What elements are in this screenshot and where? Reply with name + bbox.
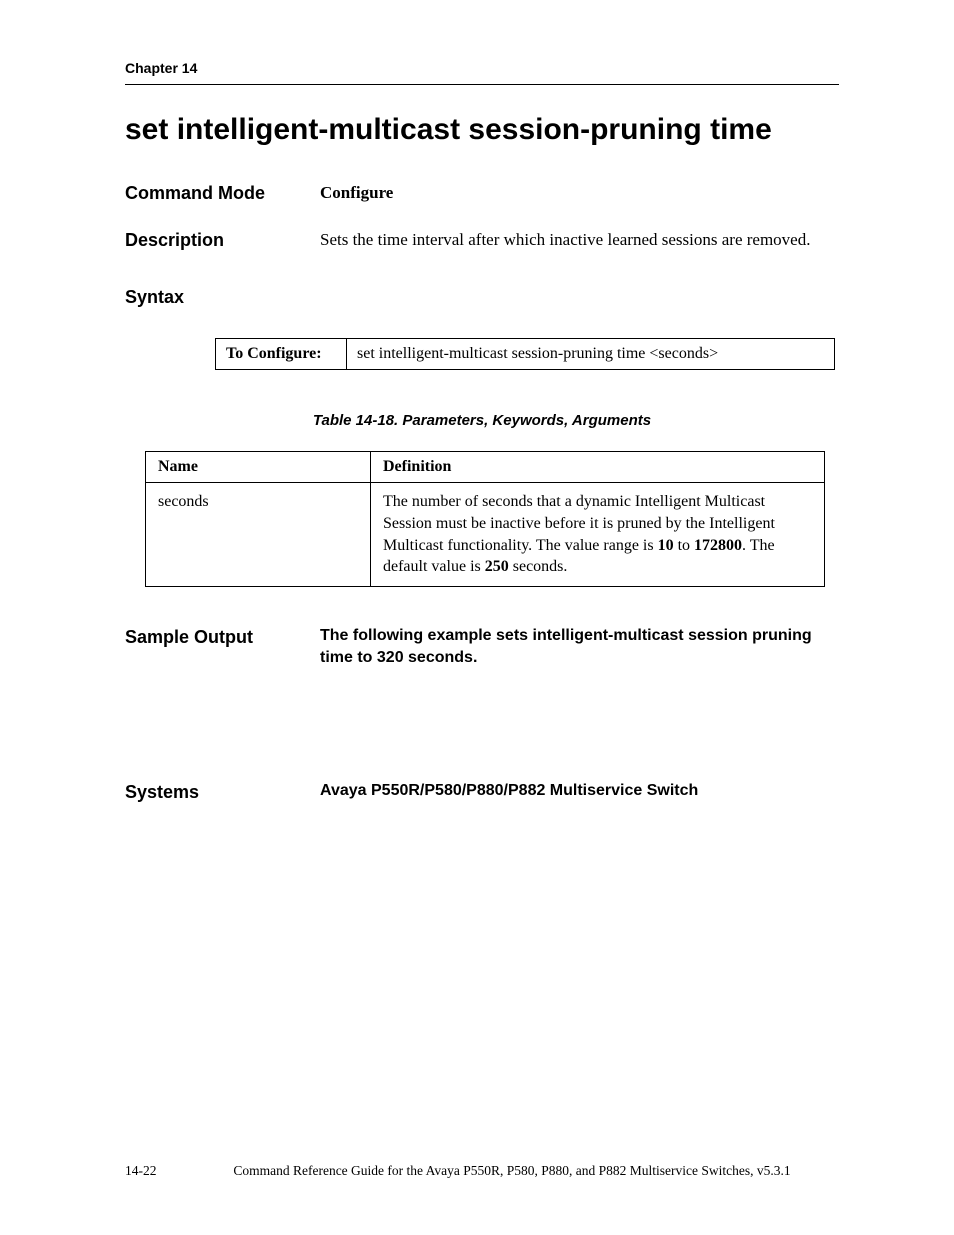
description-row: Description Sets the time interval after… — [125, 228, 839, 253]
page-container: Chapter 14 set intelligent-multicast ses… — [0, 0, 954, 1235]
systems-value: Avaya P550R/P580/P880/P882 Multiservice … — [320, 780, 839, 805]
syntax-to-configure-value: set intelligent-multicast session-prunin… — [347, 339, 835, 370]
sample-output-label: Sample Output — [125, 625, 320, 670]
sample-output-value: The following example sets intelligent-m… — [320, 625, 839, 670]
command-mode-value: Configure — [320, 181, 839, 206]
command-mode-row: Command Mode Configure — [125, 181, 839, 206]
sample-output-row: Sample Output The following example sets… — [125, 625, 839, 670]
param-header-definition: Definition — [371, 452, 825, 483]
systems-label: Systems — [125, 780, 320, 805]
syntax-table: To Configure: set intelligent-multicast … — [215, 338, 835, 370]
def-bold3: 250 — [485, 558, 509, 575]
def-mid1: to — [674, 537, 694, 554]
param-table-header-row: Name Definition — [146, 452, 825, 483]
syntax-label: Syntax — [125, 287, 839, 308]
param-header-name: Name — [146, 452, 371, 483]
param-definition-cell: The number of seconds that a dynamic Int… — [371, 483, 825, 586]
syntax-to-configure-label: To Configure: — [216, 339, 347, 370]
param-table-caption: Table 14-18. Parameters, Keywords, Argum… — [125, 412, 839, 429]
chapter-label: Chapter 14 — [125, 60, 197, 76]
def-post: seconds. — [509, 558, 568, 575]
param-table-row: seconds The number of seconds that a dyn… — [146, 483, 825, 586]
param-table: Name Definition seconds The number of se… — [145, 451, 825, 586]
page-footer: 14-22 Command Reference Guide for the Av… — [125, 1163, 839, 1179]
systems-row: Systems Avaya P550R/P580/P880/P882 Multi… — [125, 780, 839, 805]
syntax-row: To Configure: set intelligent-multicast … — [216, 339, 835, 370]
footer-page-number: 14-22 — [125, 1163, 185, 1179]
page-header: Chapter 14 — [125, 60, 839, 85]
param-name-cell: seconds — [146, 483, 371, 586]
description-value: Sets the time interval after which inact… — [320, 228, 839, 253]
def-bold1: 10 — [658, 537, 674, 554]
footer-doc-title: Command Reference Guide for the Avaya P5… — [185, 1163, 839, 1179]
command-mode-label: Command Mode — [125, 181, 320, 206]
command-title: set intelligent-multicast session-prunin… — [125, 113, 839, 147]
def-bold2: 172800 — [694, 537, 742, 554]
description-label: Description — [125, 228, 320, 253]
